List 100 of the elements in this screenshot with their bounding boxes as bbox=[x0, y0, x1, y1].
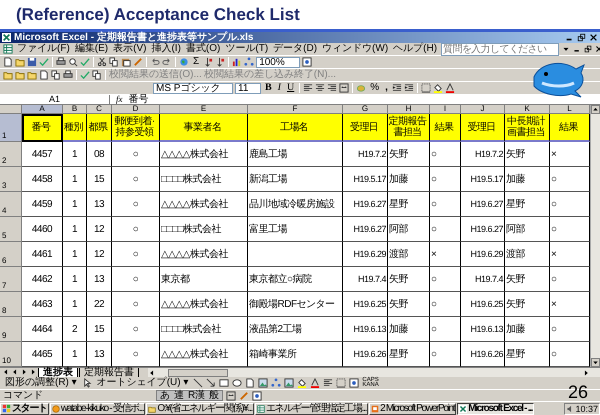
select-all-corner[interactable] bbox=[0, 105, 22, 114]
row-header[interactable]: 4 bbox=[0, 192, 22, 217]
fill-bucket-icon[interactable] bbox=[297, 378, 308, 388]
rectangle-icon[interactable] bbox=[219, 378, 230, 388]
vertical-scrollbar[interactable] bbox=[590, 105, 600, 367]
shadow-icon[interactable] bbox=[336, 378, 346, 388]
menu-item[interactable]: ファイル(F) bbox=[16, 43, 71, 55]
font-color-icon[interactable] bbox=[444, 83, 455, 93]
row-header[interactable]: 6 bbox=[0, 242, 22, 267]
menu-item[interactable]: 編集(E) bbox=[74, 43, 110, 55]
menu-item[interactable]: ヘルプ(H) bbox=[392, 43, 438, 55]
row-header[interactable]: 7 bbox=[0, 267, 22, 292]
dropdown-arrow-icon[interactable] bbox=[562, 45, 570, 53]
comma-button[interactable]: , bbox=[383, 83, 390, 93]
column-header[interactable]: G bbox=[343, 105, 388, 114]
column-header[interactable]: F bbox=[248, 105, 343, 114]
function-button[interactable]: fx bbox=[110, 95, 128, 104]
column-header[interactable]: L bbox=[550, 105, 590, 114]
row-header[interactable]: 3 bbox=[0, 167, 22, 192]
font-size-dropdown[interactable]: 11 bbox=[235, 82, 261, 94]
ime-key[interactable]: 般 bbox=[209, 391, 220, 400]
printer-icon[interactable] bbox=[56, 57, 66, 67]
check-icon[interactable] bbox=[39, 57, 49, 67]
sort-icon[interactable] bbox=[215, 57, 226, 67]
ime-key[interactable]: R漢 bbox=[188, 391, 206, 400]
undo-icon[interactable] bbox=[150, 57, 160, 67]
sheet-tab[interactable]: 定期報告書 bbox=[79, 368, 139, 378]
copy-icon[interactable] bbox=[51, 70, 61, 80]
column-header[interactable]: C bbox=[87, 105, 112, 114]
zoom-dropdown[interactable]: 100% bbox=[256, 56, 300, 68]
row-header[interactable]: 5 bbox=[0, 217, 22, 242]
fill-bucket-icon[interactable] bbox=[432, 83, 443, 93]
autosum-button[interactable]: Σ bbox=[191, 57, 202, 67]
column-header[interactable]: I bbox=[430, 105, 461, 114]
clipboard-icon[interactable] bbox=[121, 57, 131, 67]
row-header[interactable]: 10 bbox=[0, 342, 22, 367]
column-header[interactable]: B bbox=[63, 105, 87, 114]
ime-key[interactable]: 連 bbox=[174, 391, 184, 400]
row-header[interactable]: 8 bbox=[0, 292, 22, 317]
horizontal-scrollbar[interactable] bbox=[148, 368, 600, 377]
taskbar-button[interactable]: watabe-kikuko - 受信ボ... bbox=[50, 402, 146, 414]
font-color-icon[interactable] bbox=[310, 378, 320, 388]
printer-icon[interactable] bbox=[63, 70, 73, 80]
close-icon[interactable] bbox=[589, 33, 598, 42]
ellipse-icon[interactable] bbox=[232, 378, 242, 388]
indent-icon[interactable] bbox=[404, 83, 414, 93]
column-header[interactable]: E bbox=[160, 105, 248, 114]
start-button[interactable]: スタート bbox=[0, 402, 49, 414]
column-header[interactable]: A bbox=[22, 105, 63, 114]
percent-button[interactable]: % bbox=[368, 83, 382, 93]
help-search-field[interactable]: 質問を入力してください bbox=[441, 42, 560, 56]
bar-chart-icon[interactable] bbox=[232, 57, 242, 67]
italic-button[interactable]: I bbox=[276, 83, 284, 93]
ime-key[interactable]: あ bbox=[160, 391, 170, 400]
column-header[interactable]: K bbox=[505, 105, 550, 114]
line-style-icon[interactable] bbox=[323, 378, 334, 388]
diagram-icon[interactable] bbox=[271, 378, 282, 388]
align-right-icon[interactable] bbox=[327, 83, 338, 93]
menu-item[interactable]: 表示(V) bbox=[112, 43, 148, 55]
sheet-tab[interactable]: 進捗表 bbox=[38, 368, 78, 378]
workbook-icon[interactable] bbox=[3, 44, 13, 54]
picture-icon[interactable] bbox=[284, 378, 294, 388]
line-icon[interactable] bbox=[193, 378, 204, 388]
draw-menu-button[interactable]: 図形の調整(R) ▾ bbox=[3, 378, 79, 388]
menu-item[interactable]: ウィンドウ(W) bbox=[321, 43, 390, 55]
scissors-icon[interactable] bbox=[97, 57, 107, 67]
row-header[interactable]: 9 bbox=[0, 317, 22, 342]
column-header[interactable]: H bbox=[388, 105, 430, 114]
merge-cells-icon[interactable] bbox=[339, 83, 350, 93]
help-icon[interactable] bbox=[349, 378, 360, 388]
autoshapes-button[interactable]: オートシェイプ(U) ▾ bbox=[94, 378, 190, 388]
row-header[interactable]: 1 bbox=[0, 114, 22, 142]
formula-field[interactable]: 番号 bbox=[128, 94, 148, 104]
menu-item[interactable]: 挿入(I) bbox=[150, 43, 182, 55]
underline-button[interactable]: U bbox=[285, 83, 296, 93]
font-dropdown[interactable]: MS Pゴシック bbox=[153, 82, 233, 94]
taskbar-button[interactable]: Microsoft Excel - ... bbox=[457, 402, 534, 414]
menu-item[interactable]: 書式(O) bbox=[184, 43, 222, 55]
help-icon[interactable] bbox=[302, 57, 312, 67]
magnifier-icon[interactable] bbox=[68, 57, 78, 67]
align-left-icon[interactable] bbox=[303, 83, 314, 93]
arrow-icon[interactable] bbox=[206, 378, 216, 388]
ime-toolbar[interactable]: あ 連 R漢 般 bbox=[156, 390, 224, 401]
redo-icon[interactable] bbox=[162, 57, 172, 67]
sort-icon[interactable] bbox=[203, 57, 214, 67]
menu-item[interactable]: データ(D) bbox=[272, 43, 318, 55]
menu-item[interactable]: ツール(T) bbox=[224, 43, 270, 55]
border-icon[interactable] bbox=[420, 83, 431, 93]
indent-icon[interactable] bbox=[392, 83, 402, 93]
picture-icon[interactable] bbox=[258, 378, 268, 388]
row-header[interactable]: 2 bbox=[0, 142, 22, 167]
help-icon[interactable] bbox=[252, 390, 262, 400]
bold-button[interactable]: B bbox=[263, 83, 274, 93]
taskbar-button[interactable]: O:¥(省エネルギー関係)¥... bbox=[146, 402, 254, 414]
column-header[interactable]: D bbox=[112, 105, 160, 114]
taskbar-button[interactable]: エネルギー管理指定工場... bbox=[254, 402, 368, 414]
pointer-icon[interactable] bbox=[82, 378, 92, 388]
align-center-icon[interactable] bbox=[315, 83, 326, 93]
taskbar-button[interactable]: 2 Microsoft PowerPoint bbox=[369, 402, 456, 414]
column-header[interactable]: J bbox=[461, 105, 505, 114]
